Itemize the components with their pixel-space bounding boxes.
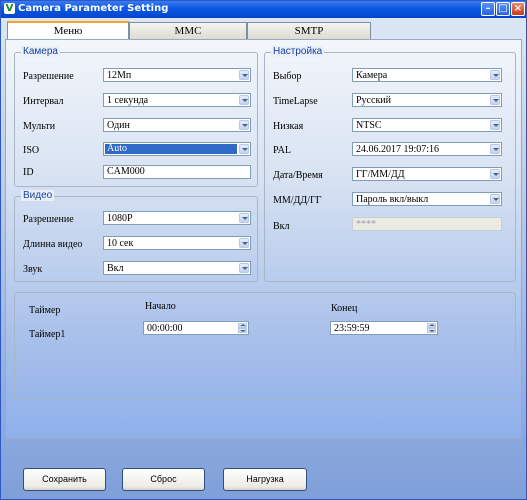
- multi-dropdown[interactable]: Один: [103, 118, 251, 132]
- spin-down-icon[interactable]: [238, 328, 247, 333]
- app-icon: V: [4, 3, 15, 14]
- video-resolution-dropdown[interactable]: 1080P: [103, 211, 251, 225]
- settings-group-title: Настройка: [271, 46, 325, 57]
- id-label: ID: [23, 167, 34, 178]
- timer1-end-input[interactable]: 23:59:59: [330, 321, 438, 335]
- format-dropdown[interactable]: Пароль вкл/выкл: [352, 192, 502, 206]
- chevron-down-icon[interactable]: [239, 213, 249, 223]
- timelapse-value: Русский: [356, 95, 391, 106]
- video-group-title: Видео: [21, 190, 55, 201]
- video-length-label: Длинна видео: [23, 239, 83, 250]
- format-value: Пароль вкл/выкл: [356, 194, 429, 205]
- iso-value: Auto: [105, 144, 237, 154]
- timer1-start-input[interactable]: 00:00:00: [143, 321, 249, 335]
- select-label: Выбор: [273, 71, 302, 82]
- chevron-down-icon[interactable]: [490, 144, 500, 154]
- pal-value: 24.06.2017 19:07:16: [356, 144, 440, 155]
- chevron-down-icon[interactable]: [239, 238, 249, 248]
- timer1-label: Таймер1: [29, 329, 66, 340]
- interval-value: 1 секунда: [107, 95, 149, 106]
- datetime-label: Дата/Время: [273, 170, 323, 181]
- id-input[interactable]: CAM000: [103, 165, 251, 179]
- timelapse-label: TimeLapse: [273, 96, 318, 107]
- select-value: Камера: [356, 70, 388, 81]
- iso-dropdown[interactable]: Auto: [103, 142, 251, 156]
- reset-button[interactable]: Сброс: [122, 468, 205, 491]
- timer1-start-value: 00:00:00: [147, 323, 183, 334]
- password-value: ****: [356, 219, 376, 230]
- chevron-down-icon[interactable]: [239, 263, 249, 273]
- tab-smtp[interactable]: SMTP: [247, 22, 371, 39]
- timer1-end-value: 23:59:59: [334, 323, 370, 334]
- format-label: ММ/ДД/ГГ: [273, 195, 322, 206]
- interval-dropdown[interactable]: 1 секунда: [103, 93, 251, 107]
- low-label: Низкая: [273, 121, 304, 132]
- title-bar[interactable]: V Camera Parameter Setting – □ ×: [1, 1, 526, 18]
- spin-down-icon[interactable]: [427, 328, 436, 333]
- datetime-value: ГГ/ММ/ДД: [356, 169, 405, 180]
- timer-header: Таймер: [29, 305, 61, 316]
- chevron-down-icon[interactable]: [239, 144, 249, 154]
- camera-group-title: Камера: [21, 46, 60, 57]
- chevron-down-icon[interactable]: [490, 120, 500, 130]
- password-input[interactable]: ****: [352, 217, 502, 231]
- minimize-icon[interactable]: –: [481, 2, 495, 16]
- timer-start-header: Начало: [145, 301, 176, 312]
- resolution-value: 12Мп: [107, 70, 132, 81]
- tab-mmc[interactable]: MMC: [129, 22, 247, 39]
- close-icon[interactable]: ×: [511, 2, 525, 16]
- window-title: Camera Parameter Setting: [18, 3, 169, 14]
- pal-label: PAL: [273, 145, 291, 156]
- resolution-label: Разрешение: [23, 71, 74, 82]
- resolution-dropdown[interactable]: 12Мп: [103, 68, 251, 82]
- timer-group: [14, 292, 516, 400]
- chevron-down-icon[interactable]: [239, 95, 249, 105]
- multi-label: Мульти: [23, 121, 56, 132]
- select-dropdown[interactable]: Камера: [352, 68, 502, 82]
- datetime-dropdown[interactable]: ГГ/ММ/ДД: [352, 167, 502, 181]
- video-length-value: 10 сек: [107, 238, 134, 249]
- video-resolution-label: Разрешение: [23, 214, 74, 225]
- menu-panel: Камера Разрешение 12Мп Интервал 1 секунд…: [5, 39, 522, 439]
- interval-label: Интервал: [23, 96, 64, 107]
- sound-label: Звук: [23, 264, 43, 275]
- chevron-down-icon[interactable]: [490, 70, 500, 80]
- chevron-down-icon[interactable]: [239, 120, 249, 130]
- video-length-dropdown[interactable]: 10 сек: [103, 236, 251, 250]
- save-button[interactable]: Сохранить: [23, 468, 106, 491]
- timer-end-header: Конец: [331, 303, 358, 314]
- multi-value: Один: [107, 120, 130, 131]
- main-window: V Camera Parameter Setting – □ × Меню MM…: [0, 0, 527, 500]
- sound-value: Вкл: [107, 263, 124, 274]
- sound-dropdown[interactable]: Вкл: [103, 261, 251, 275]
- chevron-down-icon[interactable]: [239, 70, 249, 80]
- tab-menu[interactable]: Меню: [7, 21, 129, 40]
- load-button[interactable]: Нагрузка: [223, 468, 307, 491]
- chevron-down-icon[interactable]: [490, 169, 500, 179]
- on-label: Вкл: [273, 221, 290, 232]
- low-dropdown[interactable]: NTSC: [352, 118, 502, 132]
- video-resolution-value: 1080P: [107, 213, 133, 224]
- low-value: NTSC: [356, 120, 382, 131]
- pal-dropdown[interactable]: 24.06.2017 19:07:16: [352, 142, 502, 156]
- chevron-down-icon[interactable]: [490, 95, 500, 105]
- timelapse-dropdown[interactable]: Русский: [352, 93, 502, 107]
- chevron-down-icon[interactable]: [490, 194, 500, 204]
- maximize-icon[interactable]: □: [496, 2, 510, 16]
- iso-label: ISO: [23, 145, 40, 156]
